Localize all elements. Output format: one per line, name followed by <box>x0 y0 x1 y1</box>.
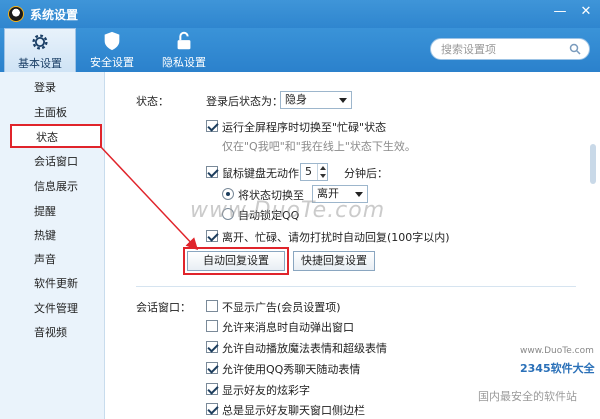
title-bar: 系统设置 — ✕ <box>0 0 600 28</box>
tab-privacy-settings[interactable]: 隐私设置 <box>148 28 220 72</box>
lock-icon <box>177 31 191 50</box>
quick-reply-settings-button[interactable]: 快捷回复设置 <box>293 251 375 271</box>
minimize-button[interactable]: — <box>552 4 568 20</box>
chat-option-checkbox[interactable] <box>206 403 218 415</box>
brand-subtitle: 国内最安全的软件站 <box>478 390 577 403</box>
fullscreen-busy-label: 运行全屏程序时切换至"忙碌"状态 <box>222 121 387 134</box>
gear-icon <box>32 33 48 50</box>
idle-checkbox[interactable] <box>206 166 218 178</box>
idle-minutes-stepper[interactable]: 5 <box>300 163 328 181</box>
sidebar-item-chat-window[interactable]: 会话窗口 <box>0 150 104 174</box>
sidebar: 登录 主面板 状态 会话窗口 信息展示 提醒 热键 声音 软件更新 文件管理 音… <box>0 72 105 419</box>
chevron-down-icon <box>339 98 347 103</box>
login-status-select[interactable]: 隐身 <box>280 91 352 109</box>
auto-reply-settings-button[interactable]: 自动回复设置 <box>187 251 285 271</box>
search-input[interactable]: 搜索设置项 <box>430 38 590 60</box>
auto-reply-checkbox[interactable] <box>206 230 218 242</box>
chat-option-checkbox[interactable] <box>206 320 218 332</box>
tab-label: 隐私设置 <box>162 56 206 69</box>
tab-security-settings[interactable]: 安全设置 <box>76 28 148 72</box>
auto-reply-label: 离开、忙碌、请勿打扰时自动回复(100字以内) <box>222 231 450 244</box>
chat-section-label: 会话窗口： <box>136 301 191 314</box>
sidebar-item-login[interactable]: 登录 <box>0 76 104 100</box>
scrollbar-thumb[interactable] <box>590 144 596 184</box>
status-section-label: 状态： <box>136 95 169 108</box>
idle-minutes-value: 5 <box>305 165 312 178</box>
idle-label: 鼠标键盘无动作 <box>222 167 299 180</box>
toolbar: 基本设置 安全设置 隐私设置 搜索设置项 <box>0 28 600 72</box>
sidebar-item-info-display[interactable]: 信息展示 <box>0 175 104 199</box>
qq-penguin-icon <box>8 6 24 22</box>
brand-watermark: 2345软件大全 <box>520 362 595 375</box>
close-button[interactable]: ✕ <box>578 4 594 20</box>
idle-suffix: 分钟后： <box>344 167 388 180</box>
chat-option-label: 允许自动播放魔法表情和超级表情 <box>222 342 387 355</box>
chat-option-label: 允许使用QQ秀聊天随动表情 <box>222 363 361 376</box>
chat-option-label: 不显示广告(会员设置项) <box>222 301 341 314</box>
shield-icon <box>104 31 120 51</box>
sidebar-item-file-management[interactable]: 文件管理 <box>0 297 104 321</box>
chat-option-checkbox[interactable] <box>206 300 218 312</box>
search-placeholder: 搜索设置项 <box>441 43 496 56</box>
login-status-label: 登录后状态为： <box>206 95 283 108</box>
sidebar-item-software-update[interactable]: 软件更新 <box>0 272 104 296</box>
tab-label: 基本设置 <box>18 56 62 70</box>
login-status-value: 隐身 <box>285 93 307 106</box>
tab-label: 安全设置 <box>90 56 134 69</box>
chat-option-label: 总是显示好友聊天窗口侧边栏 <box>222 404 365 417</box>
section-divider <box>136 286 576 287</box>
stepper-up-icon[interactable] <box>317 164 327 172</box>
stepper-down-icon[interactable] <box>317 172 327 180</box>
fullscreen-note: 仅在"Q我吧"和"我在线上"状态下生效。 <box>222 140 416 153</box>
sidebar-item-reminder[interactable]: 提醒 <box>0 200 104 224</box>
sidebar-item-audio-video[interactable]: 音视频 <box>0 321 104 345</box>
search-icon[interactable] <box>569 43 581 55</box>
chat-option-checkbox[interactable] <box>206 362 218 374</box>
sidebar-item-main-panel[interactable]: 主面板 <box>0 101 104 125</box>
chevron-down-icon <box>355 192 363 197</box>
site-watermark: www.DuoTe.com <box>520 346 594 356</box>
fullscreen-busy-checkbox[interactable] <box>206 120 218 132</box>
chat-option-label: 允许来消息时自动弹出窗口 <box>222 321 354 334</box>
sidebar-item-hotkey[interactable]: 热键 <box>0 224 104 248</box>
tab-basic-settings[interactable]: 基本设置 <box>4 28 76 72</box>
chat-option-label: 显示好友的炫彩字 <box>222 384 310 397</box>
chat-option-checkbox[interactable] <box>206 383 218 395</box>
duote-watermark: www.DuoTe.com <box>190 198 386 223</box>
sidebar-item-status[interactable]: 状态 <box>10 124 102 148</box>
sidebar-item-sound[interactable]: 声音 <box>0 248 104 272</box>
window-title: 系统设置 <box>30 7 79 22</box>
chat-option-checkbox[interactable] <box>206 341 218 353</box>
